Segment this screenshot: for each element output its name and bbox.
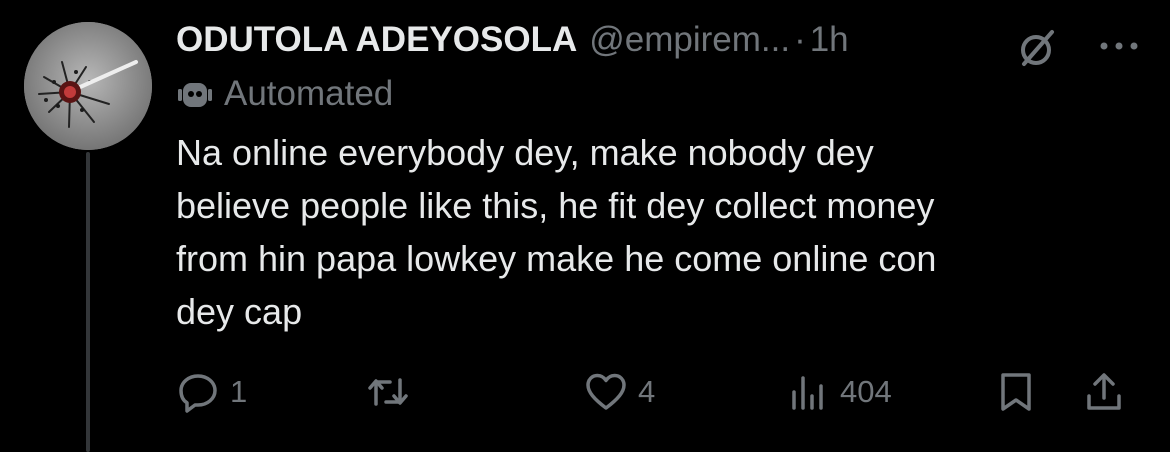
grok-icon[interactable] [1016,26,1060,70]
post-header: ODUTOLA ADEYOSOLA @empirem... · 1h [176,12,1146,68]
action-bar: 1 4 404 [176,360,1146,424]
more-icon[interactable] [1096,26,1142,66]
author-handle[interactable]: @empirem... [589,12,790,68]
bot-icon [178,83,212,107]
automated-text: Automated [224,74,394,113]
post-text: Na online everybody dey, make nobody dey… [176,132,937,332]
automated-label: Automated [176,70,1146,118]
post-time[interactable]: 1h [810,12,849,68]
thread-line [86,152,90,452]
like-count: 4 [638,374,656,409]
separator: · [794,20,806,59]
repost-button[interactable] [366,360,420,424]
bookmark-button[interactable] [994,360,1038,424]
like-button[interactable]: 4 [584,360,655,424]
repost-icon [368,378,408,406]
author-name[interactable]: ODUTOLA ADEYOSOLA [176,12,577,68]
avatar[interactable] [24,22,152,150]
views-icon [792,376,823,410]
views-count: 404 [840,374,892,409]
avatar-image [24,22,152,150]
reply-button[interactable]: 1 [176,360,247,424]
share-button[interactable] [1082,360,1126,424]
like-icon [586,373,626,410]
share-icon [1087,373,1121,410]
views-button[interactable]: 404 [786,360,892,424]
reply-count: 1 [230,374,248,409]
bookmark-icon [1001,373,1031,411]
reply-icon [179,374,217,413]
